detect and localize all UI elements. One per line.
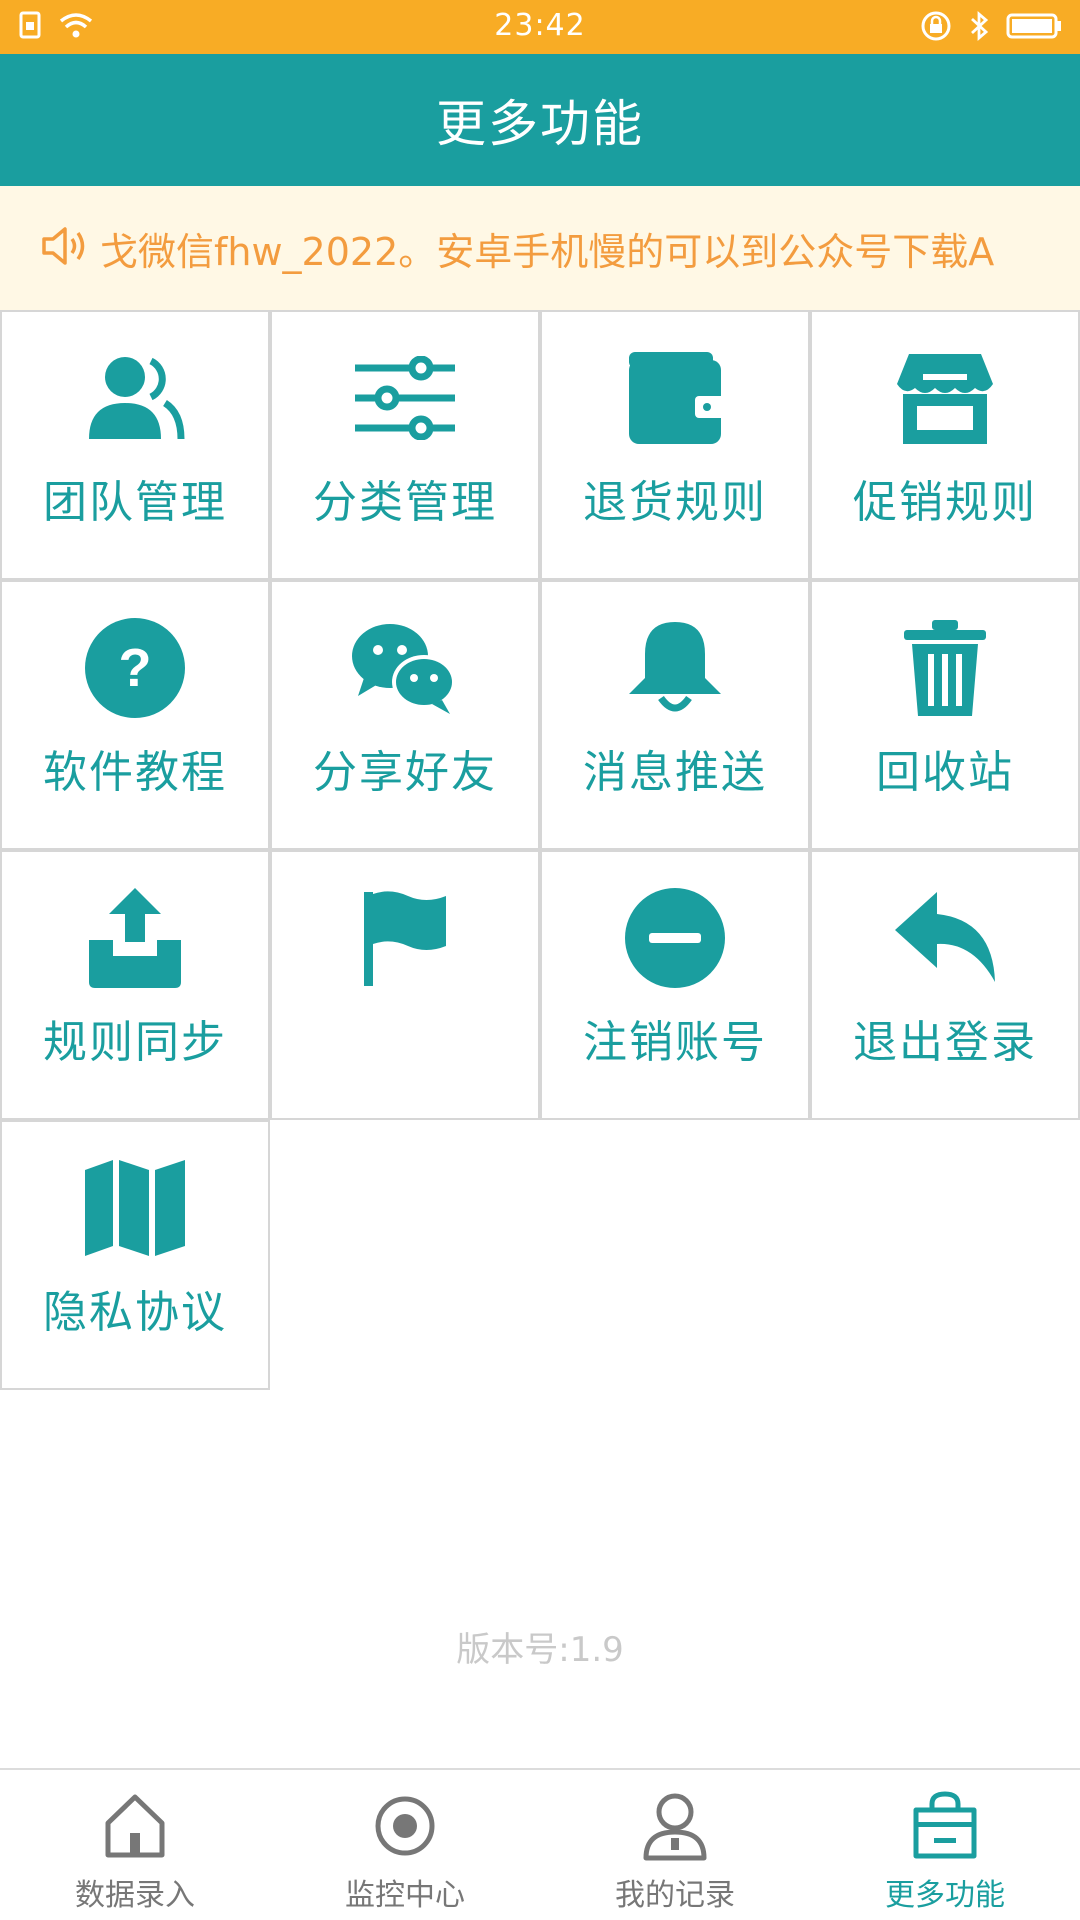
minus-circle-icon (620, 888, 730, 988)
bottom-nav: 数据录入 监控中心 我的记录 更多功能 (0, 1768, 1080, 1920)
more-features-screen: 23:42 更多功能 戈微信fhw_2022。安卓手机慢的可以到公众号下载A 团… (0, 0, 1080, 1920)
grid-item-label: 注销账号 (583, 1017, 767, 1068)
grid-item-label: 分享好友 (313, 747, 497, 798)
message-push-button[interactable]: 消息推送 (540, 580, 810, 850)
recycle-bin-button[interactable]: 回收站 (810, 580, 1080, 850)
app-bar: 更多功能 (0, 54, 1080, 186)
nav-label: 数据录入 (75, 1878, 195, 1913)
bag-icon (905, 1786, 985, 1866)
grid-item-label: 退出登录 (853, 1017, 1037, 1068)
grid-item-label: 团队管理 (43, 477, 227, 528)
nav-data-entry[interactable]: 数据录入 (0, 1770, 270, 1920)
software-tutorial-button[interactable]: ? 软件教程 (0, 580, 270, 850)
clock: 23:42 (494, 8, 586, 43)
help-icon: ? (80, 618, 190, 718)
rule-sync-button[interactable]: 规则同步 (0, 850, 270, 1120)
grid-item-label: 消息推送 (583, 747, 767, 798)
team-management-button[interactable]: 团队管理 (0, 310, 270, 580)
share-friends-button[interactable]: 分享好友 (270, 580, 540, 850)
grid-item-label: 隐私协议 (43, 1287, 227, 1338)
home-icon (95, 1786, 175, 1866)
user-icon (635, 1786, 715, 1866)
privacy-policy-button[interactable]: 隐私协议 (0, 1120, 270, 1390)
grid-item-label: 回收站 (876, 747, 1014, 798)
wallet-icon (620, 350, 730, 446)
record-icon (365, 1786, 445, 1866)
grid-item-label: 规则同步 (43, 1017, 227, 1068)
promotion-rules-button[interactable]: 促销规则 (810, 310, 1080, 580)
bell-icon (620, 620, 730, 716)
svg-text:?: ? (119, 638, 152, 698)
nav-label: 更多功能 (885, 1878, 1005, 1913)
nav-more-features[interactable]: 更多功能 (810, 1770, 1080, 1920)
notice-text: 戈微信fhw_2022。安卓手机慢的可以到公众号下载A (100, 229, 995, 274)
nav-label: 我的记录 (615, 1878, 735, 1913)
grid-item-label: 分类管理 (313, 477, 497, 528)
category-management-button[interactable]: 分类管理 (270, 310, 540, 580)
sliders-icon (350, 350, 460, 446)
trash-icon (890, 620, 1000, 716)
grid-item-label: 促销规则 (853, 477, 1037, 528)
notice-banner[interactable]: 戈微信fhw_2022。安卓手机慢的可以到公众号下载A (0, 186, 1080, 310)
team-icon (80, 350, 190, 446)
return-rules-button[interactable]: 退货规则 (540, 310, 810, 580)
flag-icon (350, 890, 460, 986)
upload-icon (80, 888, 190, 988)
map-icon (80, 1160, 190, 1256)
version-label: 版本号:1.9 (456, 1630, 624, 1670)
cancel-account-button[interactable]: 注销账号 (540, 850, 810, 1120)
store-icon (890, 350, 1000, 446)
flag-feature-button[interactable] (270, 850, 540, 1120)
bluetooth-icon (968, 10, 990, 46)
nav-monitor-center[interactable]: 监控中心 (270, 1770, 540, 1920)
nav-label: 监控中心 (345, 1878, 465, 1913)
wechat-icon (350, 620, 460, 716)
battery-icon (1006, 12, 1062, 44)
grid-item-label: 软件教程 (43, 747, 227, 798)
grid-item-label: 退货规则 (583, 477, 767, 528)
status-bar: 23:42 (0, 0, 1080, 54)
rotation-lock-icon (920, 10, 952, 46)
reply-icon (890, 890, 1000, 986)
page-title: 更多功能 (436, 95, 644, 153)
logout-button[interactable]: 退出登录 (810, 850, 1080, 1120)
speaker-icon (40, 224, 92, 272)
nav-my-records[interactable]: 我的记录 (540, 1770, 810, 1920)
